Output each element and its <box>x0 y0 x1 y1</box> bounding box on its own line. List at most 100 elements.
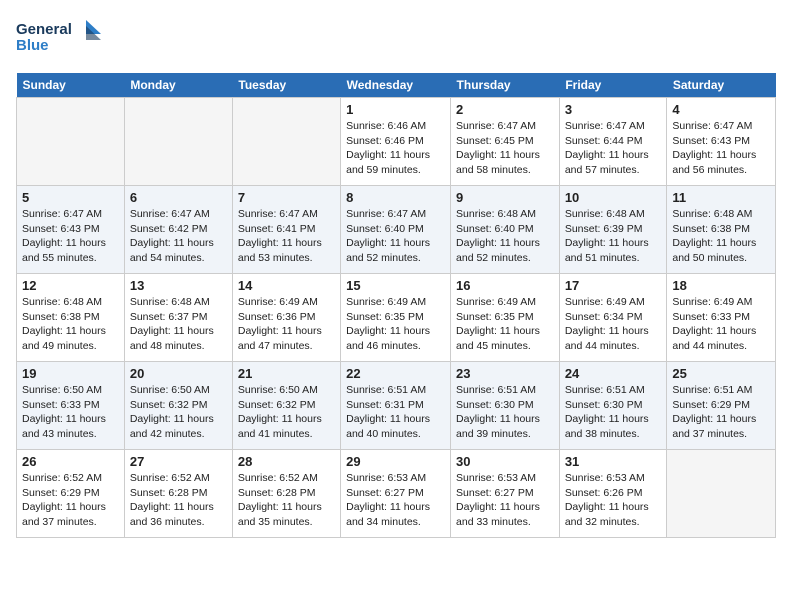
day-number: 8 <box>346 190 445 205</box>
calendar-cell: 19 Sunrise: 6:50 AM Sunset: 6:33 PM Dayli… <box>17 362 125 450</box>
day-number: 16 <box>456 278 554 293</box>
day-info: Sunrise: 6:51 AM Sunset: 6:29 PM Dayligh… <box>672 383 770 442</box>
day-number: 23 <box>456 366 554 381</box>
calendar-cell: 1Sunrise: 6:46 AM Sunset: 6:46 PM Daylig… <box>341 98 451 186</box>
day-info: Sunrise: 6:47 AM Sunset: 6:45 PM Dayligh… <box>456 119 554 178</box>
calendar-cell: 30Sunrise: 6:53 AM Sunset: 6:27 PM Dayli… <box>451 450 560 538</box>
day-number: 26 <box>22 454 119 469</box>
day-info: Sunrise: 6:51 AM Sunset: 6:31 PM Dayligh… <box>346 383 445 442</box>
day-number: 24 <box>565 366 662 381</box>
weekday-header: Sunday <box>17 73 125 98</box>
calendar-cell: 24 Sunrise: 6:51 AM Sunset: 6:30 PM Dayli… <box>559 362 667 450</box>
day-info: Sunrise: 6:47 AM Sunset: 6:40 PM Dayligh… <box>346 207 445 266</box>
day-info: Sunrise: 6:50 AM Sunset: 6:32 PM Dayligh… <box>238 383 335 442</box>
calendar-week-row: 26 Sunrise: 6:52 AM Sunset: 6:29 PM Dayli… <box>17 450 776 538</box>
calendar-cell <box>124 98 232 186</box>
day-number: 27 <box>130 454 227 469</box>
day-number: 25 <box>672 366 770 381</box>
day-info: Sunrise: 6:47 AM Sunset: 6:42 PM Dayligh… <box>130 207 227 266</box>
day-number: 18 <box>672 278 770 293</box>
weekday-header: Saturday <box>667 73 776 98</box>
day-number: 17 <box>565 278 662 293</box>
day-info: Sunrise: 6:53 AM Sunset: 6:26 PM Dayligh… <box>565 471 662 530</box>
calendar-cell: 23 Sunrise: 6:51 AM Sunset: 6:30 PM Dayli… <box>451 362 560 450</box>
day-info: Sunrise: 6:49 AM Sunset: 6:35 PM Dayligh… <box>456 295 554 354</box>
calendar-cell: 5Sunrise: 6:47 AM Sunset: 6:43 PM Daylig… <box>17 186 125 274</box>
calendar-cell: 3Sunrise: 6:47 AM Sunset: 6:44 PM Daylig… <box>559 98 667 186</box>
weekday-header: Wednesday <box>341 73 451 98</box>
day-number: 6 <box>130 190 227 205</box>
calendar-cell <box>17 98 125 186</box>
day-info: Sunrise: 6:49 AM Sunset: 6:36 PM Dayligh… <box>238 295 335 354</box>
day-info: Sunrise: 6:49 AM Sunset: 6:33 PM Dayligh… <box>672 295 770 354</box>
calendar-cell: 22 Sunrise: 6:51 AM Sunset: 6:31 PM Dayli… <box>341 362 451 450</box>
day-info: Sunrise: 6:49 AM Sunset: 6:35 PM Dayligh… <box>346 295 445 354</box>
day-number: 7 <box>238 190 335 205</box>
day-number: 2 <box>456 102 554 117</box>
svg-text:Blue: Blue <box>16 37 49 54</box>
day-number: 10 <box>565 190 662 205</box>
weekday-header: Monday <box>124 73 232 98</box>
day-number: 4 <box>672 102 770 117</box>
header: General Blue <box>16 16 776 65</box>
day-number: 21 <box>238 366 335 381</box>
day-number: 9 <box>456 190 554 205</box>
calendar-cell: 12 Sunrise: 6:48 AM Sunset: 6:38 PM Dayli… <box>17 274 125 362</box>
calendar-cell: 18 Sunrise: 6:49 AM Sunset: 6:33 PM Dayli… <box>667 274 776 362</box>
calendar-cell: 26 Sunrise: 6:52 AM Sunset: 6:29 PM Dayli… <box>17 450 125 538</box>
day-info: Sunrise: 6:47 AM Sunset: 6:43 PM Dayligh… <box>672 119 770 178</box>
day-info: Sunrise: 6:47 AM Sunset: 6:43 PM Dayligh… <box>22 207 119 266</box>
calendar-week-row: 19 Sunrise: 6:50 AM Sunset: 6:33 PM Dayli… <box>17 362 776 450</box>
calendar-cell: 16 Sunrise: 6:49 AM Sunset: 6:35 PM Dayli… <box>451 274 560 362</box>
day-info: Sunrise: 6:48 AM Sunset: 6:37 PM Dayligh… <box>130 295 227 354</box>
day-info: Sunrise: 6:48 AM Sunset: 6:39 PM Dayligh… <box>565 207 662 266</box>
day-info: Sunrise: 6:50 AM Sunset: 6:33 PM Dayligh… <box>22 383 119 442</box>
calendar-cell: 10 Sunrise: 6:48 AM Sunset: 6:39 PM Dayli… <box>559 186 667 274</box>
day-info: Sunrise: 6:49 AM Sunset: 6:34 PM Dayligh… <box>565 295 662 354</box>
day-info: Sunrise: 6:52 AM Sunset: 6:29 PM Dayligh… <box>22 471 119 530</box>
day-info: Sunrise: 6:51 AM Sunset: 6:30 PM Dayligh… <box>456 383 554 442</box>
day-info: Sunrise: 6:53 AM Sunset: 6:27 PM Dayligh… <box>346 471 445 530</box>
day-number: 20 <box>130 366 227 381</box>
calendar-cell: 25 Sunrise: 6:51 AM Sunset: 6:29 PM Dayli… <box>667 362 776 450</box>
day-number: 15 <box>346 278 445 293</box>
day-info: Sunrise: 6:52 AM Sunset: 6:28 PM Dayligh… <box>130 471 227 530</box>
calendar-cell: 21 Sunrise: 6:50 AM Sunset: 6:32 PM Dayli… <box>232 362 340 450</box>
calendar-cell: 14 Sunrise: 6:49 AM Sunset: 6:36 PM Dayli… <box>232 274 340 362</box>
day-info: Sunrise: 6:48 AM Sunset: 6:38 PM Dayligh… <box>672 207 770 266</box>
day-number: 22 <box>346 366 445 381</box>
calendar-cell: 11Sunrise: 6:48 AM Sunset: 6:38 PM Dayli… <box>667 186 776 274</box>
calendar-week-row: 5Sunrise: 6:47 AM Sunset: 6:43 PM Daylig… <box>17 186 776 274</box>
calendar-cell: 31 Sunrise: 6:53 AM Sunset: 6:26 PM Dayli… <box>559 450 667 538</box>
day-number: 31 <box>565 454 662 469</box>
day-info: Sunrise: 6:51 AM Sunset: 6:30 PM Dayligh… <box>565 383 662 442</box>
calendar-cell: 20 Sunrise: 6:50 AM Sunset: 6:32 PM Dayli… <box>124 362 232 450</box>
day-info: Sunrise: 6:47 AM Sunset: 6:44 PM Dayligh… <box>565 119 662 178</box>
calendar-cell: 27 Sunrise: 6:52 AM Sunset: 6:28 PM Dayli… <box>124 450 232 538</box>
calendar-container: General Blue SundayMondayTuesdayWednesda… <box>0 0 792 554</box>
weekday-header: Friday <box>559 73 667 98</box>
calendar-cell: 29Sunrise: 6:53 AM Sunset: 6:27 PM Dayli… <box>341 450 451 538</box>
day-number: 14 <box>238 278 335 293</box>
logo: General Blue <box>16 16 106 65</box>
calendar-cell: 8 Sunrise: 6:47 AM Sunset: 6:40 PM Daylig… <box>341 186 451 274</box>
calendar-cell: 6 Sunrise: 6:47 AM Sunset: 6:42 PM Daylig… <box>124 186 232 274</box>
day-info: Sunrise: 6:48 AM Sunset: 6:38 PM Dayligh… <box>22 295 119 354</box>
weekday-header: Tuesday <box>232 73 340 98</box>
calendar-week-row: 12 Sunrise: 6:48 AM Sunset: 6:38 PM Dayli… <box>17 274 776 362</box>
calendar-cell: 7 Sunrise: 6:47 AM Sunset: 6:41 PM Daylig… <box>232 186 340 274</box>
calendar-cell <box>232 98 340 186</box>
day-number: 13 <box>130 278 227 293</box>
calendar-cell: 2 Sunrise: 6:47 AM Sunset: 6:45 PM Daylig… <box>451 98 560 186</box>
weekday-header: Thursday <box>451 73 560 98</box>
calendar-table: SundayMondayTuesdayWednesdayThursdayFrid… <box>16 73 776 538</box>
calendar-cell: 9Sunrise: 6:48 AM Sunset: 6:40 PM Daylig… <box>451 186 560 274</box>
day-number: 12 <box>22 278 119 293</box>
day-number: 19 <box>22 366 119 381</box>
day-info: Sunrise: 6:50 AM Sunset: 6:32 PM Dayligh… <box>130 383 227 442</box>
day-number: 30 <box>456 454 554 469</box>
calendar-cell: 15 Sunrise: 6:49 AM Sunset: 6:35 PM Dayli… <box>341 274 451 362</box>
svg-text:General: General <box>16 21 72 38</box>
day-info: Sunrise: 6:47 AM Sunset: 6:41 PM Dayligh… <box>238 207 335 266</box>
calendar-cell: 4 Sunrise: 6:47 AM Sunset: 6:43 PM Daylig… <box>667 98 776 186</box>
